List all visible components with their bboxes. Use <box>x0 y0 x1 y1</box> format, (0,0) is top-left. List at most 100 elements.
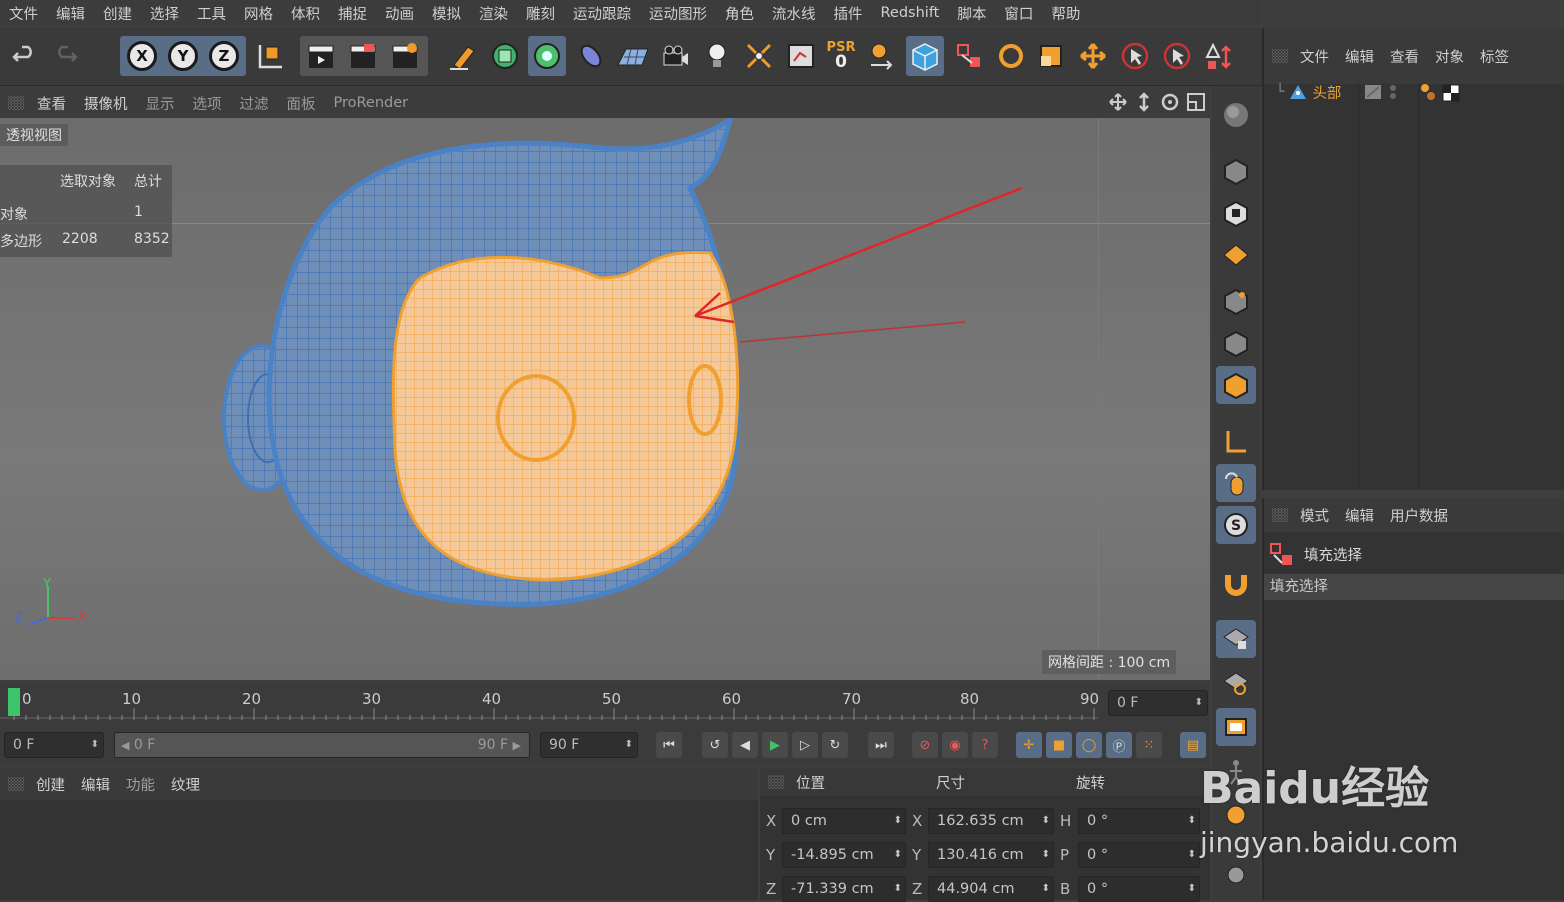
current-frame-field[interactable]: 0 F ⬍ <box>1108 690 1208 716</box>
menu-script[interactable]: 脚本 <box>948 3 995 24</box>
om-menu-objects[interactable]: 对象 <box>1427 46 1472 67</box>
lock-x-button[interactable]: X <box>123 36 161 76</box>
rot-p-field[interactable]: 0 ° ⬍ <box>1078 842 1200 868</box>
edge-mode-button[interactable] <box>1216 324 1256 362</box>
menu-file[interactable]: 文件 <box>0 3 47 24</box>
lock-z-button[interactable]: Z <box>205 36 243 76</box>
end-frame-field[interactable]: 90 F ⬍ <box>540 732 638 758</box>
deformer-button[interactable] <box>572 36 610 76</box>
start-frame-field[interactable]: 0 F ⬍ <box>4 732 104 758</box>
light-button[interactable] <box>698 36 736 76</box>
key-scale-button[interactable]: ■ <box>1046 732 1072 758</box>
size-z-field[interactable]: 44.904 cm ⬍ <box>928 876 1054 902</box>
render-settings-button[interactable] <box>386 36 424 76</box>
effector-button[interactable] <box>740 36 778 76</box>
menu-simulate[interactable]: 模拟 <box>423 3 470 24</box>
om-menu-tags[interactable]: 标签 <box>1472 46 1517 67</box>
menu-mograph[interactable]: 运动图形 <box>640 3 716 24</box>
next-key-button[interactable]: ↻ <box>822 732 848 758</box>
snap-button[interactable] <box>1216 564 1256 602</box>
floor-button[interactable] <box>614 36 652 76</box>
viewport-menu-cameras[interactable]: 摄像机 <box>75 93 137 114</box>
subdivision-button[interactable] <box>528 36 566 76</box>
am-menu-mode[interactable]: 模式 <box>1292 505 1337 526</box>
cube-primitive-button[interactable] <box>486 36 524 76</box>
mm-menu-function[interactable]: 功能 <box>118 774 163 795</box>
menu-sculpt[interactable]: 雕刻 <box>517 3 564 24</box>
key-parameter-button[interactable]: Ⓟ <box>1106 732 1132 758</box>
pos-x-field[interactable]: 0 cm ⬍ <box>782 808 906 834</box>
om-menu-file[interactable]: 文件 <box>1292 46 1337 67</box>
autokey-button[interactable]: ◉ <box>942 732 968 758</box>
menu-volume[interactable]: 体积 <box>282 3 329 24</box>
mm-menu-create[interactable]: 创建 <box>28 774 73 795</box>
psr-button[interactable]: PSR 0 <box>822 36 860 76</box>
workplane-lock-button[interactable] <box>1216 620 1256 658</box>
render-picture-viewer-button[interactable] <box>344 36 382 76</box>
menu-edit[interactable]: 编辑 <box>47 3 94 24</box>
viewport-menu-display[interactable]: 显示 <box>137 93 184 114</box>
rot-h-field[interactable]: 0 ° ⬍ <box>1078 808 1200 834</box>
point-mode-button[interactable] <box>1216 282 1256 320</box>
playhead[interactable] <box>8 688 20 716</box>
viewport-menu-view[interactable]: 查看 <box>28 93 75 114</box>
perspective-viewport[interactable]: 透视视图 Y X Z 网格间距: 100 cm <box>0 118 1210 680</box>
pos-y-field[interactable]: -14.895 cm ⬍ <box>782 842 906 868</box>
tweak-mode-button[interactable] <box>1216 464 1256 502</box>
tag-icons[interactable] <box>1419 82 1463 102</box>
move-button[interactable] <box>1074 36 1112 76</box>
am-menu-edit[interactable]: 编辑 <box>1337 505 1382 526</box>
menu-help[interactable]: 帮助 <box>1042 3 1089 24</box>
rect-select-button[interactable] <box>1158 36 1196 76</box>
menu-motion-tracker[interactable]: 运动跟踪 <box>564 3 640 24</box>
zoom-icon[interactable] <box>1134 92 1154 112</box>
mm-menu-texture[interactable]: 纹理 <box>163 774 208 795</box>
axis-mode-button[interactable] <box>864 36 902 76</box>
maximize-view-icon[interactable] <box>1186 92 1206 112</box>
mm-menu-edit[interactable]: 编辑 <box>73 774 118 795</box>
pan-icon[interactable] <box>1108 92 1128 112</box>
go-to-start-button[interactable]: ⏮ <box>656 732 682 758</box>
pen-tool-button[interactable] <box>444 36 482 76</box>
undo-button[interactable] <box>6 36 44 76</box>
menu-plugins[interactable]: 插件 <box>825 3 872 24</box>
workplane-button[interactable] <box>1216 664 1256 702</box>
keyframe-selection-button[interactable]: ? <box>972 732 998 758</box>
pos-z-field[interactable]: -71.339 cm ⬍ <box>782 876 906 902</box>
solo-button[interactable]: S <box>1216 506 1256 544</box>
camera-button[interactable] <box>656 36 694 76</box>
model-mode-button[interactable] <box>906 36 944 76</box>
transform-tool-button[interactable] <box>1200 36 1238 76</box>
rot-b-field[interactable]: 0 ° ⬍ <box>1078 876 1200 902</box>
viewport-menu-panel[interactable]: 面板 <box>278 93 325 114</box>
menu-mesh[interactable]: 网格 <box>235 3 282 24</box>
key-rotation-button[interactable]: ◯ <box>1076 732 1102 758</box>
axis-mode-button[interactable] <box>1216 422 1256 460</box>
viewport-menu-filter[interactable]: 过滤 <box>231 93 278 114</box>
menu-select[interactable]: 选择 <box>141 3 188 24</box>
points-mode-button[interactable] <box>1216 152 1256 190</box>
previous-frame-button[interactable]: ◀ <box>732 732 758 758</box>
menu-redshift[interactable]: Redshift <box>872 5 949 21</box>
menu-pipeline[interactable]: 流水线 <box>763 3 825 24</box>
texture-mode-button[interactable] <box>1216 236 1256 274</box>
menu-render[interactable]: 渲染 <box>470 3 517 24</box>
orbit-icon[interactable] <box>1160 92 1180 112</box>
viewport-menu-options[interactable]: 选项 <box>184 93 231 114</box>
polygon-mode-button[interactable] <box>1216 366 1256 404</box>
redo-button[interactable] <box>46 36 84 76</box>
visibility-toggle-icon[interactable] <box>1363 82 1403 102</box>
palette-mode-button[interactable] <box>1216 96 1256 134</box>
frame-range-slider[interactable]: ◀ 0 F 90 F ▶ <box>114 732 530 758</box>
size-y-field[interactable]: 130.416 cm ⬍ <box>928 842 1054 868</box>
play-button[interactable]: ▶ <box>762 732 788 758</box>
window-button[interactable] <box>1216 708 1256 746</box>
scene-button[interactable] <box>782 36 820 76</box>
menu-snap[interactable]: 捕捉 <box>329 3 376 24</box>
live-selection-button[interactable] <box>950 36 988 76</box>
coordinate-system-button[interactable] <box>250 36 288 76</box>
select-cursor-button[interactable] <box>1116 36 1154 76</box>
menu-tools[interactable]: 工具 <box>188 3 235 24</box>
uv-mode-button[interactable] <box>1216 194 1256 232</box>
om-menu-view[interactable]: 查看 <box>1382 46 1427 67</box>
